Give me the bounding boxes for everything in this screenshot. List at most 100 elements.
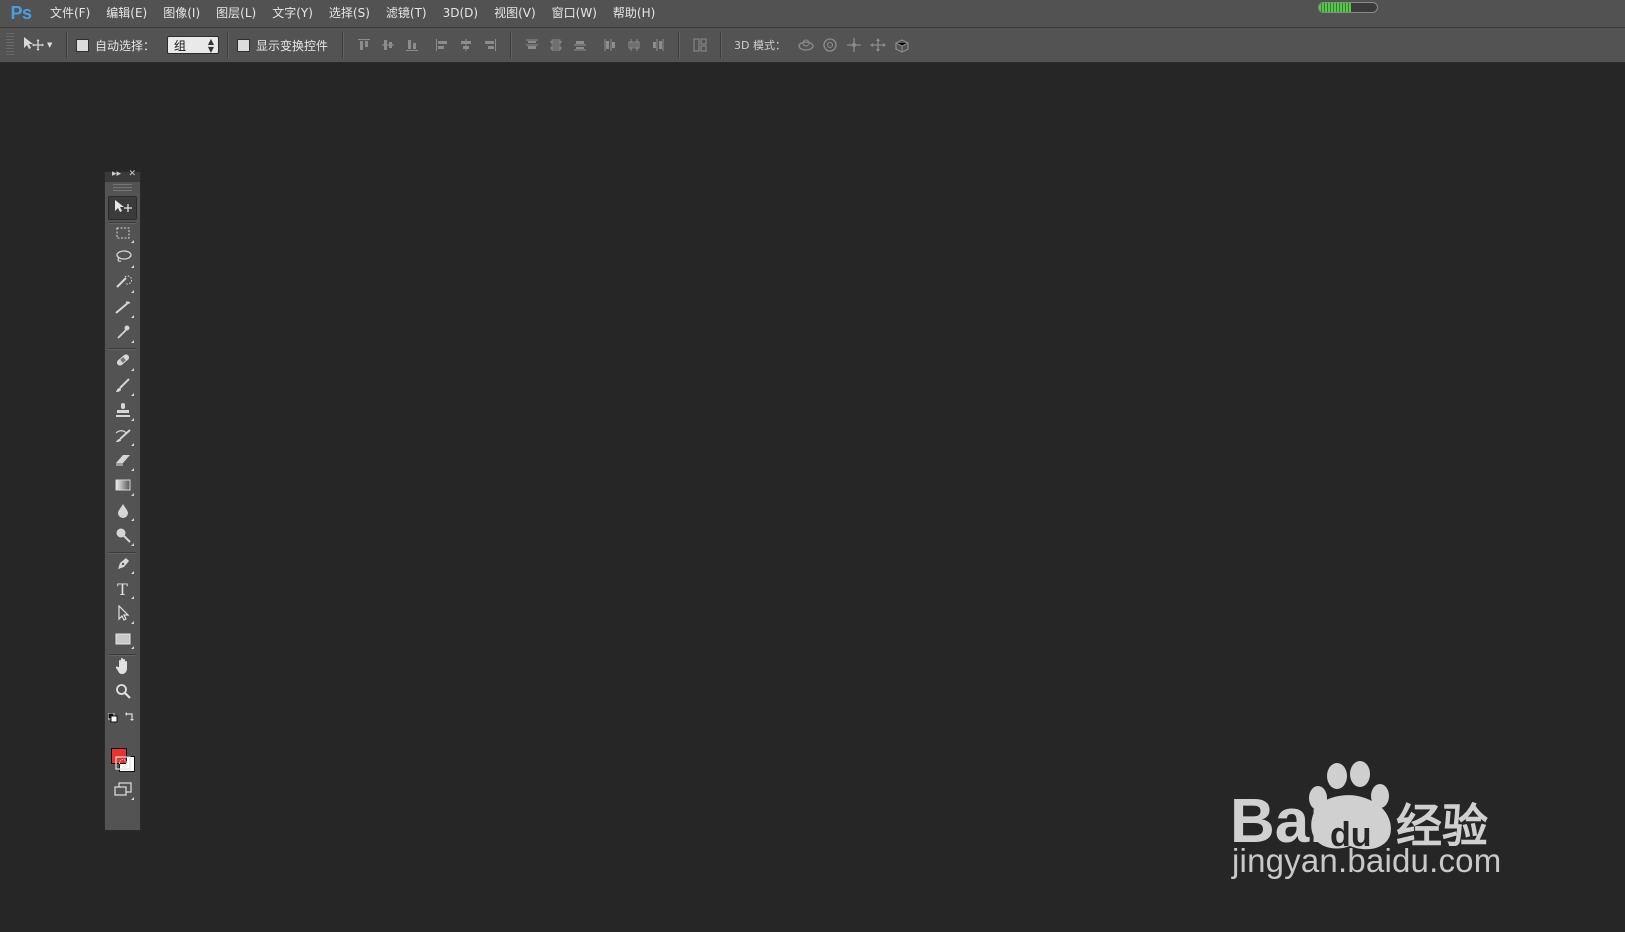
divider [227,32,230,58]
gradient-icon [114,477,132,497]
align-bottom-button[interactable] [400,33,424,57]
slide-3d-icon [869,37,887,53]
lasso-tool[interactable] [108,247,137,271]
collapse-icon[interactable]: ▸▸ [112,169,121,179]
pen-icon [114,555,132,575]
path-select-icon [115,604,131,625]
align-top-button[interactable] [352,33,376,57]
3d-roll-button[interactable] [818,33,842,57]
blur-tool[interactable] [108,500,137,524]
3d-pan-button[interactable] [842,33,866,57]
align-vcenter-button[interactable] [376,33,400,57]
screen-mode-button[interactable] [108,779,137,803]
distribute-right-button[interactable] [646,33,670,57]
dodge-icon [114,527,132,547]
screen-mode-icon [113,781,132,801]
auto-select-checkbox[interactable] [76,38,89,52]
distribute-hcenter-button[interactable] [622,33,646,57]
quick-select-icon [114,274,132,294]
menu-3d[interactable]: 3D(D) [435,0,486,27]
rectangle-tool[interactable] [108,628,137,652]
healing-brush-tool[interactable] [108,350,137,374]
3d-slide-button[interactable] [866,33,890,57]
divider [720,32,723,58]
align-hcenter-button[interactable] [454,33,478,57]
clone-stamp-tool[interactable] [108,400,137,424]
roll-3d-icon [822,37,838,53]
eyedropper-tool[interactable] [108,322,137,346]
distribute-left-icon [603,38,617,52]
distribute-vcenter-button[interactable] [544,33,568,57]
menu-type[interactable]: 文字(Y) [264,0,321,27]
rectangle-icon [114,631,132,650]
panel-grip[interactable] [113,184,132,191]
menu-filter[interactable]: 滤镜(T) [378,0,435,27]
menu-edit[interactable]: 编辑(E) [98,0,155,27]
distribute-left-button[interactable] [598,33,622,57]
menu-select[interactable]: 选择(S) [321,0,378,27]
options-bar: ▼ 自动选择： 组 ▲ ▼ 显示变换控件 3D 模式： [0,28,1625,63]
history-brush-icon [114,427,132,447]
stamp-icon [114,402,132,422]
auto-align-icon [692,37,708,53]
menu-bar: Ps 文件(F) 编辑(E) 图像(I) 图层(L) 文字(Y) 选择(S) 滤… [0,0,1625,28]
eraser-tool[interactable] [108,450,137,474]
brush-tool[interactable] [108,375,137,399]
show-transform-label: 显示变换控件 [256,38,329,53]
menu-view[interactable]: 视图(V) [486,0,544,27]
menu-layer[interactable]: 图层(L) [208,0,264,27]
rotate-3d-icon [797,37,815,53]
divider [678,32,681,58]
rect-marquee-icon [115,225,131,244]
align-right-icon [483,38,497,52]
tool-preset-picker[interactable]: ▼ [22,33,58,57]
auto-select-value: 组 [174,39,187,53]
pan-3d-icon [846,37,862,53]
eyedropper-icon [115,324,131,344]
brush-icon [114,377,132,397]
distribute-bottom-button[interactable] [568,33,592,57]
move-tool[interactable] [108,196,137,220]
type-icon: T [117,580,128,599]
3d-rotate-button[interactable] [794,33,818,57]
marquee-tool[interactable] [108,222,137,246]
divider [510,32,513,58]
status-progress-bar [1318,2,1378,13]
crop-tool[interactable] [108,297,137,321]
align-right-button[interactable] [478,33,502,57]
auto-align-layers-button[interactable] [688,33,712,57]
type-tool[interactable]: T [108,578,137,602]
quick-mask-icon [114,755,132,775]
distribute-bottom-icon [573,38,587,52]
hand-tool[interactable] [108,656,137,680]
distribute-top-button[interactable] [520,33,544,57]
hand-icon [114,657,132,679]
app-logo: Ps [10,3,32,23]
quick-select-tool[interactable] [108,272,137,296]
watermark-url: jingyan.baidu.com [1232,842,1502,879]
distribute-hcenter-icon [627,38,641,52]
menu-window[interactable]: 窗口(W) [544,0,605,27]
align-bottom-icon [405,38,419,52]
zoom-tool[interactable] [108,681,137,705]
3d-scale-button[interactable] [890,33,914,57]
options-bar-grip[interactable] [6,33,14,57]
swap-colors-icon[interactable] [125,706,135,725]
menu-image[interactable]: 图像(I) [155,0,208,27]
history-brush-tool[interactable] [108,425,137,449]
show-transform-checkbox[interactable] [237,38,251,52]
path-selection-tool[interactable] [108,603,137,627]
align-left-button[interactable] [430,33,454,57]
menu-help[interactable]: 帮助(H) [605,0,663,27]
gradient-tool[interactable] [108,475,137,499]
bandage-icon [114,352,132,372]
quick-mask-button[interactable] [108,753,137,777]
auto-select-dropdown[interactable]: 组 ▲ ▼ [167,36,220,54]
distribute-vcenter-icon [549,38,563,52]
dodge-tool[interactable] [108,525,137,549]
close-icon[interactable]: ✕ [128,169,136,179]
auto-select-label: 自动选择： [95,38,156,53]
menu-file[interactable]: 文件(F) [42,0,98,27]
pen-tool[interactable] [108,553,137,577]
default-colors-icon[interactable] [107,708,118,727]
